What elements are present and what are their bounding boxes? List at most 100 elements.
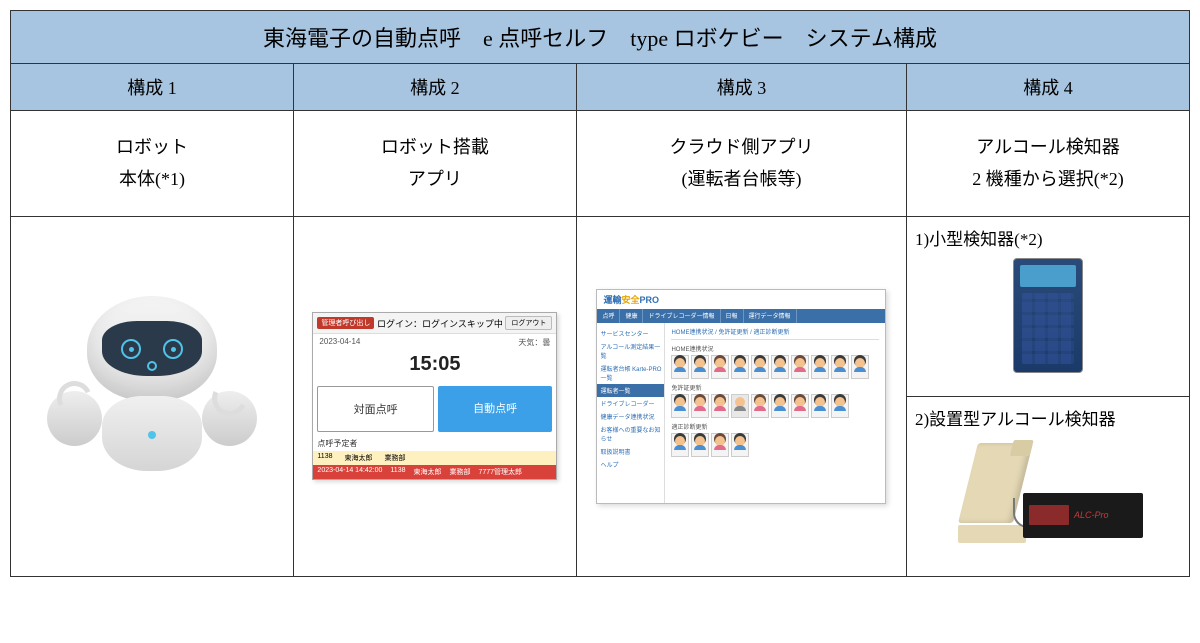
app-date: 2023-04-14 (319, 337, 360, 348)
cloud-avatars-3 (671, 433, 879, 457)
avatar-icon (811, 355, 829, 379)
avatar-icon (711, 433, 729, 457)
desc2-line1: ロボット搭載 (381, 137, 489, 157)
desc4-line2: 2 機種から選択(*2) (972, 169, 1124, 189)
app-sched2-dept: 業務部 (449, 467, 470, 477)
desc1-line2: 本体(*1) (119, 169, 185, 189)
app-sched2-time: 1138 (390, 467, 405, 477)
table-title: 東海電子の自動点呼 e 点呼セルフ type ロボケビー システム構成 (11, 11, 1190, 64)
cloud-side-item: アルコール測定結果一覧 (600, 340, 661, 362)
cloud-section3-label: 適正診断更新 (671, 418, 879, 433)
app-sched2-datetime: 2023-04-14 14:42:00 (317, 467, 382, 477)
avatar-icon (851, 355, 869, 379)
app-logout-button: ログアウト (505, 316, 552, 330)
robot-eye-left-icon (121, 339, 141, 359)
cloud-app-screenshot: 運輸安全PRO 点呼 健康 ドライブレコーダー情報 日報 運行データ情報 サービ… (596, 289, 886, 504)
avatar-icon (751, 355, 769, 379)
app-schedule-row1: 1138 東海太郎 業務部 (313, 451, 556, 465)
small-detector-image (1013, 258, 1083, 373)
app-sched2-mgr: 7777管理太郎 (478, 467, 522, 477)
app-schedule-label: 点呼予定者 (313, 436, 556, 451)
desc4-line1: アルコール検知器 (976, 137, 1119, 157)
desc3-line1: クラウド側アプリ (669, 137, 813, 157)
stationary-detector-image: ALC-Pro (953, 438, 1143, 548)
app-schedule-row2: 2023-04-14 14:42:00 1138 東海太郎 業務部 7777管理… (313, 465, 556, 479)
desc1-line1: ロボット (116, 137, 188, 157)
avatar-icon (671, 394, 689, 418)
cloud-logo-b: 安全 (621, 295, 639, 305)
avatar-icon (731, 394, 749, 418)
avatar-icon (691, 433, 709, 457)
cloud-side-item: ヘルプ (600, 458, 661, 471)
cloud-nav-item: 運行データ情報 (744, 309, 797, 323)
detector-brand: ALC-Pro (1074, 510, 1109, 520)
desc2-line2: アプリ (408, 169, 462, 189)
cell-robot (11, 216, 294, 576)
cloud-logo-a: 運輸 (603, 295, 621, 305)
avatar-icon (771, 355, 789, 379)
avatar-icon (751, 394, 769, 418)
avatar-icon (711, 355, 729, 379)
cloud-side-item: 運転者台帳 Karte-PRO一覧 (600, 362, 661, 384)
app-sched1-name: 東海太郎 (344, 453, 372, 463)
cloud-side-item: サービスセンター (600, 327, 661, 340)
app-auto-rollcall-button: 自動点呼 (438, 386, 553, 432)
cloud-avatars-2 (671, 394, 879, 418)
cell-cloud: 運輸安全PRO 点呼 健康 ドライブレコーダー情報 日報 運行データ情報 サービ… (576, 216, 906, 576)
cloud-nav-item: 点呼 (597, 309, 620, 323)
robot-app-screenshot: 管理者呼び出し ログイン：ログインスキップ中 ログアウト 2023-04-14 … (312, 312, 557, 480)
detector-option2: 2)設置型アルコール検知器 ALC-Pro (907, 397, 1189, 576)
cloud-section2-label: 免許証更新 (671, 379, 879, 394)
avatar-icon (791, 394, 809, 418)
cloud-sidebar: サービスセンター アルコール測定結果一覧 運転者台帳 Karte-PRO一覧 運… (597, 323, 665, 503)
detector-lcd-icon (1029, 505, 1069, 525)
detector1-label: 1)小型検知器(*2) (915, 225, 1181, 250)
app-time: 15:05 (313, 351, 556, 382)
avatar-icon (731, 355, 749, 379)
robot-eye-right-icon (163, 339, 183, 359)
avatar-icon (711, 394, 729, 418)
cloud-logo-c: PRO (639, 295, 659, 305)
robot-arm-left-icon (47, 391, 102, 446)
header-col1: 構成 1 (11, 64, 294, 111)
cloud-nav-item: 日報 (721, 309, 744, 323)
cloud-nav: 点呼 健康 ドライブレコーダー情報 日報 運行データ情報 (597, 309, 885, 323)
cell-app: 管理者呼び出し ログイン：ログインスキップ中 ログアウト 2023-04-14 … (293, 216, 576, 576)
app-sched1-dept: 業務部 (384, 453, 405, 463)
cloud-nav-item: ドライブレコーダー情報 (643, 309, 720, 323)
robot-body-icon (102, 396, 202, 471)
avatar-icon (831, 355, 849, 379)
cloud-side-item: ドライブレコーダー (600, 397, 661, 410)
avatar-icon (791, 355, 809, 379)
desc3-line2: (運転者台帳等) (681, 169, 801, 189)
detector-display: ALC-Pro (1023, 493, 1143, 538)
avatar-icon (691, 394, 709, 418)
avatar-icon (771, 394, 789, 418)
detector-option1: 1)小型検知器(*2) (907, 217, 1189, 397)
cloud-side-item: 健康データ連携状況 (600, 410, 661, 423)
robot-nose-icon (147, 361, 157, 371)
header-col2: 構成 2 (293, 64, 576, 111)
avatar-icon (811, 394, 829, 418)
cloud-main: HOME連携状況 / 免許証更新 / 適正診断更新 HOME連携状況 (665, 323, 885, 503)
cloud-side-item: お客様への重要なお知らせ (600, 423, 661, 445)
cloud-side-item: 取扱説明書 (600, 445, 661, 458)
app-weather: 天気：曇 (518, 337, 550, 348)
desc-col4: アルコール検知器 2 機種から選択(*2) (907, 111, 1190, 217)
cloud-logo: 運輸安全PRO (597, 290, 885, 309)
header-col3: 構成 3 (576, 64, 906, 111)
app-face-rollcall-button: 対面点呼 (317, 386, 434, 432)
cloud-nav-item: 健康 (620, 309, 643, 323)
avatar-icon (831, 394, 849, 418)
cloud-avatars-1 (671, 355, 879, 379)
header-col4: 構成 4 (907, 64, 1190, 111)
desc-col2: ロボット搭載 アプリ (293, 111, 576, 217)
app-sched2-name: 東海太郎 (413, 467, 441, 477)
avatar-icon (671, 355, 689, 379)
cell-detectors: 1)小型検知器(*2) 2)設置型アルコール検知器 ALC-Pro (907, 216, 1190, 576)
app-admin-call-badge: 管理者呼び出し (317, 317, 374, 329)
detector2-label: 2)設置型アルコール検知器 (915, 405, 1181, 430)
robot-image (52, 296, 252, 496)
desc-col1: ロボット 本体(*1) (11, 111, 294, 217)
cloud-side-item-active: 運転者一覧 (597, 384, 664, 397)
